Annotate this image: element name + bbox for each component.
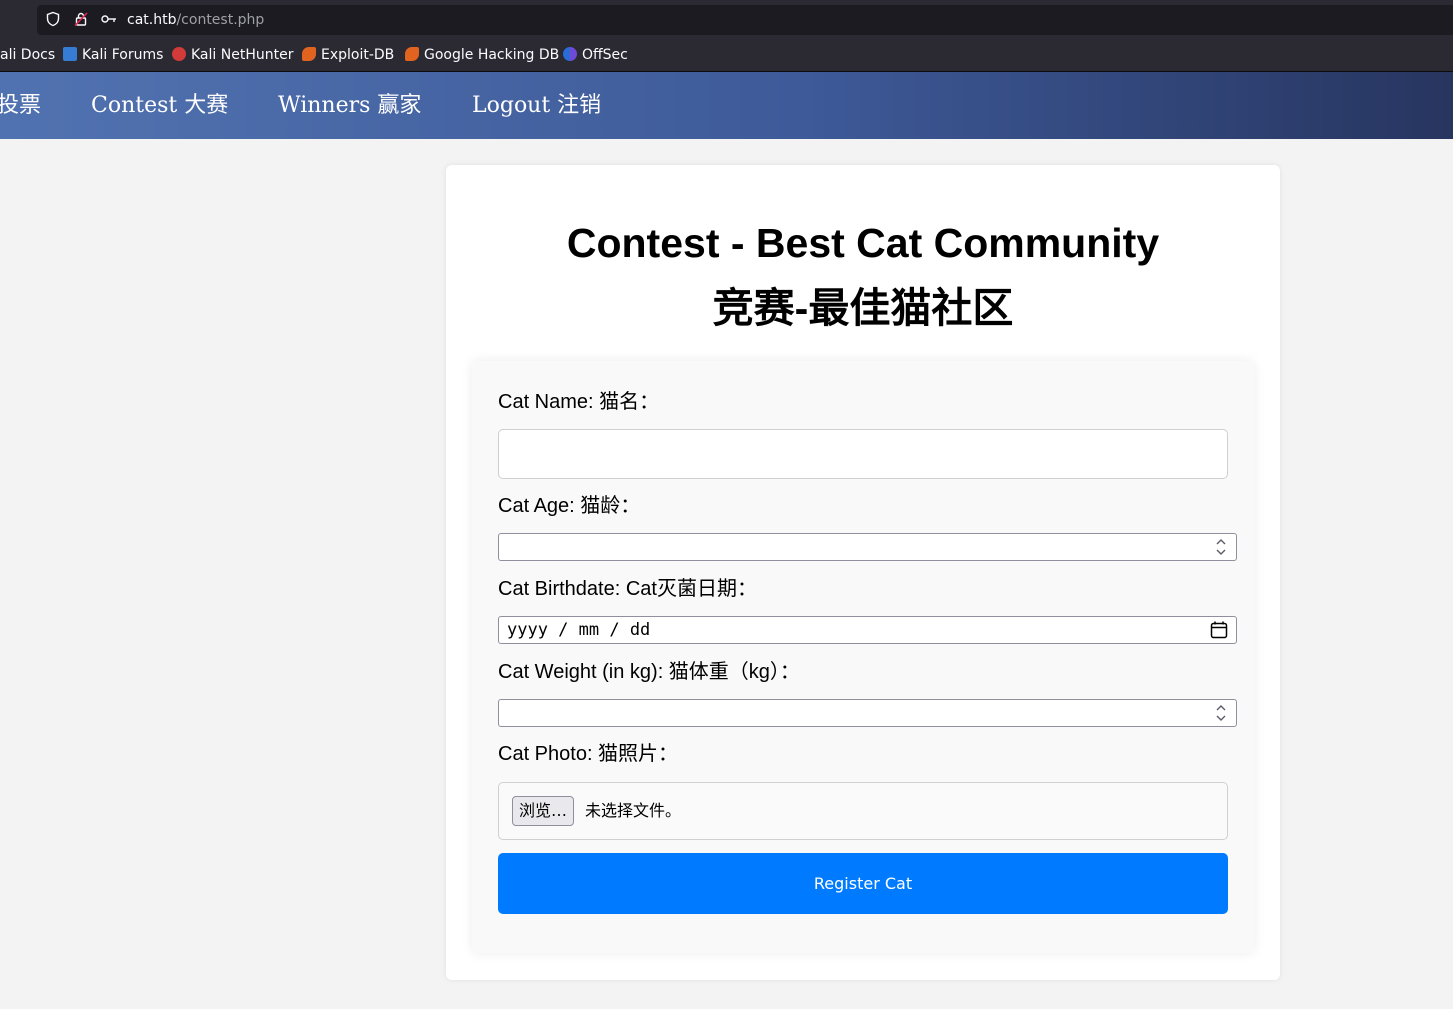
bookmark-exploit-db[interactable]: Exploit-DB [302,46,394,64]
bookmarks-toolbar: ali Docs Kali Forums Kali NetHunter Expl… [0,40,1453,72]
nav-winners-link[interactable]: Winners 赢家 [278,92,421,120]
calendar-icon[interactable] [1210,621,1228,639]
kali-forums-icon [63,47,77,61]
browse-button[interactable]: 浏览… [512,796,575,826]
file-status-text: 未选择文件。 [585,801,682,820]
cat-photo-label: Cat Photo: 猫照片： [498,743,679,765]
bookmark-kali-nethunter[interactable]: Kali NetHunter [172,46,293,64]
bookmark-label: ali Docs [0,47,56,63]
bookmark-label: Kali NetHunter [191,47,294,63]
date-placeholder: yyyy / mm / dd [507,620,651,640]
offsec-icon [563,47,577,61]
page-title: Contest - Best Cat Community [566,220,1160,266]
page-title-chinese: 竞赛-最佳猫社区 [712,285,1014,331]
register-cat-button[interactable]: Register Cat [498,853,1228,914]
cat-photo-file-input[interactable]: 浏览… 未选择文件。 [498,782,1228,840]
bookmark-kali-docs[interactable]: ali Docs [0,46,55,64]
bookmark-google-hacking-db[interactable]: Google Hacking DB [405,46,559,64]
spinner-arrows-icon[interactable] [1212,536,1230,558]
bookmark-label: OffSec [582,47,628,63]
bookmark-offsec[interactable]: OffSec [563,46,628,64]
url-text[interactable]: cat.htb/contest.php [127,11,264,29]
url-host: cat.htb [127,12,177,28]
ghdb-icon [405,47,419,61]
exploit-db-icon [302,47,316,61]
bookmark-label: Kali Forums [82,47,164,63]
cat-age-label: Cat Age: 猫龄： [498,495,641,517]
address-bar[interactable]: cat.htb/contest.php [37,5,1453,35]
key-icon[interactable] [100,11,118,32]
browser-toolbar: cat.htb/contest.php [0,0,1453,40]
site-navbar: 投票 Contest 大赛 Winners 赢家 Logout 注销 [0,72,1453,139]
contest-card: Contest - Best Cat Community 竞赛-最佳猫社区 Ca… [446,165,1280,980]
spinner-arrows-icon[interactable] [1212,702,1230,724]
nav-vote-link[interactable]: 投票 [0,92,41,120]
cat-birthdate-label: Cat Birthdate: Cat灭菌日期： [498,578,757,600]
cat-birthdate-input[interactable]: yyyy / mm / dd [498,616,1237,644]
cat-name-input[interactable] [498,429,1228,479]
cat-weight-label: Cat Weight (in kg): 猫体重（kg）： [498,661,800,683]
url-path: /contest.php [176,12,265,28]
bookmark-kali-forums[interactable]: Kali Forums [63,46,163,64]
cat-weight-input[interactable] [498,699,1237,727]
bookmark-label: Google Hacking DB [424,47,560,63]
cat-registration-form: Cat Name: 猫名： Cat Age: 猫龄： Cat Birthdate… [472,361,1254,953]
kali-nethunter-icon [172,47,186,61]
cat-age-input[interactable] [498,533,1237,561]
bookmark-label: Exploit-DB [321,47,395,63]
nav-contest-link[interactable]: Contest 大赛 [91,92,228,120]
cat-name-label: Cat Name: 猫名： [498,391,660,413]
nav-logout-link[interactable]: Logout 注销 [472,92,601,120]
shield-icon[interactable] [45,11,61,32]
insecure-lock-icon[interactable] [73,11,89,32]
